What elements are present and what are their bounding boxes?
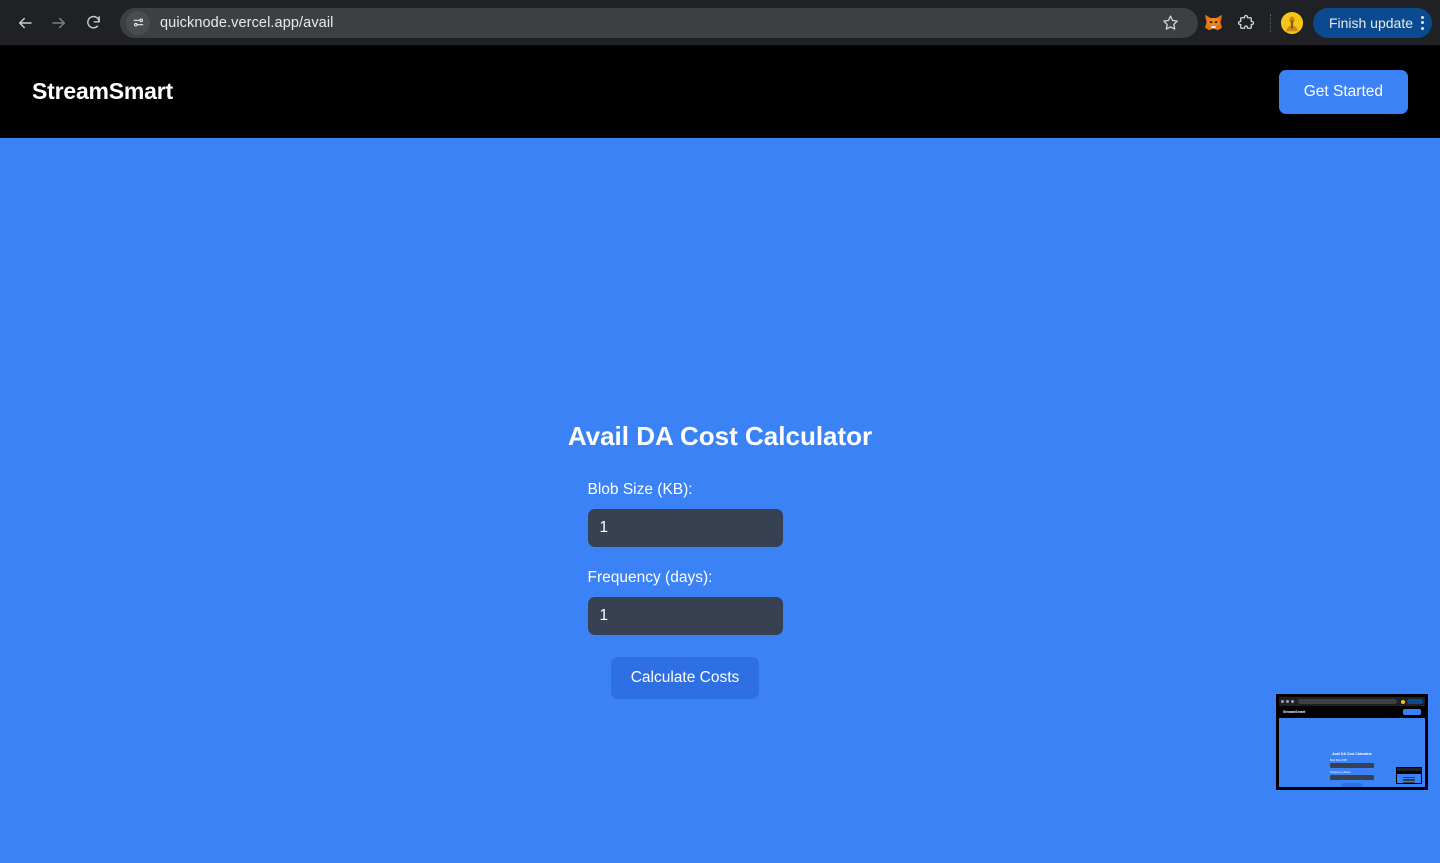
kebab-menu-icon[interactable] <box>1421 15 1424 30</box>
profile-avatar-icon[interactable] <box>1280 11 1303 34</box>
arrow-right-icon <box>52 17 65 28</box>
finish-update-button[interactable]: Finish update <box>1312 7 1432 38</box>
preview-body: Avail DA Cost Calculator Blob Size (KB):… <box>1279 718 1425 787</box>
arrow-left-icon <box>19 17 32 28</box>
frequency-label: Frequency (days): <box>587 569 713 586</box>
preview-frequency-input <box>1330 775 1374 780</box>
browser-toolbar: quicknode.vercel.app/avail Finish update <box>0 0 1440 45</box>
finish-update-label: Finish update <box>1328 14 1413 31</box>
calculate-costs-button[interactable]: Calculate Costs <box>610 657 760 699</box>
tune-sliders-icon[interactable] <box>126 10 150 35</box>
url-text: quicknode.vercel.app/avail <box>160 14 334 31</box>
frequency-input[interactable] <box>587 597 783 635</box>
brand-logo: StreamSmart <box>32 78 173 104</box>
submit-row: Calculate Costs <box>588 657 783 699</box>
back-button[interactable] <box>8 6 42 40</box>
forward-button[interactable] <box>42 6 76 40</box>
preview-get-started <box>1403 709 1421 715</box>
preview-browser-bar <box>1279 697 1425 706</box>
page-body: Avail DA Cost Calculator Blob Size (KB):… <box>0 138 1440 863</box>
preview-content: StreamSmart Avail DA Cost Calculator Blo… <box>1279 697 1425 787</box>
metamask-extension-button[interactable] <box>1198 7 1230 39</box>
star-icon <box>1163 15 1179 30</box>
nested-screenshot-preview <box>1396 767 1422 784</box>
reload-icon <box>86 15 100 29</box>
preview-address-bar <box>1298 699 1397 704</box>
chrome-right-actions: Finish update <box>1198 7 1432 39</box>
preview-site-header: StreamSmart <box>1279 706 1425 718</box>
puzzle-piece-icon <box>1237 14 1255 29</box>
preview-blob-label: Blob Size (KB): <box>1330 759 1348 762</box>
preview-frequency-label: Frequency (days): <box>1330 771 1351 774</box>
screenshot-preview-thumbnail[interactable]: StreamSmart Avail DA Cost Calculator Blo… <box>1276 694 1428 790</box>
extensions-button[interactable] <box>1230 7 1262 39</box>
bookmark-button[interactable] <box>1156 8 1186 38</box>
preview-avatar <box>1401 699 1405 704</box>
blob-size-label: Blob Size (KB): <box>587 481 693 498</box>
blob-size-input[interactable] <box>587 509 783 547</box>
preview-form: Avail DA Cost Calculator Blob Size (KB):… <box>1330 752 1374 787</box>
preview-title: Avail DA Cost Calculator <box>1332 752 1372 756</box>
site-header: StreamSmart Get Started <box>0 45 1440 138</box>
preview-blob-input <box>1330 763 1374 768</box>
page-title: Avail DA Cost Calculator <box>567 421 873 451</box>
toolbar-divider <box>1269 13 1271 32</box>
address-bar[interactable]: quicknode.vercel.app/avail <box>120 7 1198 38</box>
preview-brand: StreamSmart <box>1283 710 1306 714</box>
cost-calculator-form: Avail DA Cost Calculator Blob Size (KB):… <box>568 421 872 863</box>
get-started-button[interactable]: Get Started <box>1278 69 1408 114</box>
preview-calculate-button <box>1342 783 1362 787</box>
reload-button[interactable] <box>76 6 110 40</box>
metamask-fox-icon <box>1205 14 1223 31</box>
preview-update-button <box>1407 699 1423 704</box>
